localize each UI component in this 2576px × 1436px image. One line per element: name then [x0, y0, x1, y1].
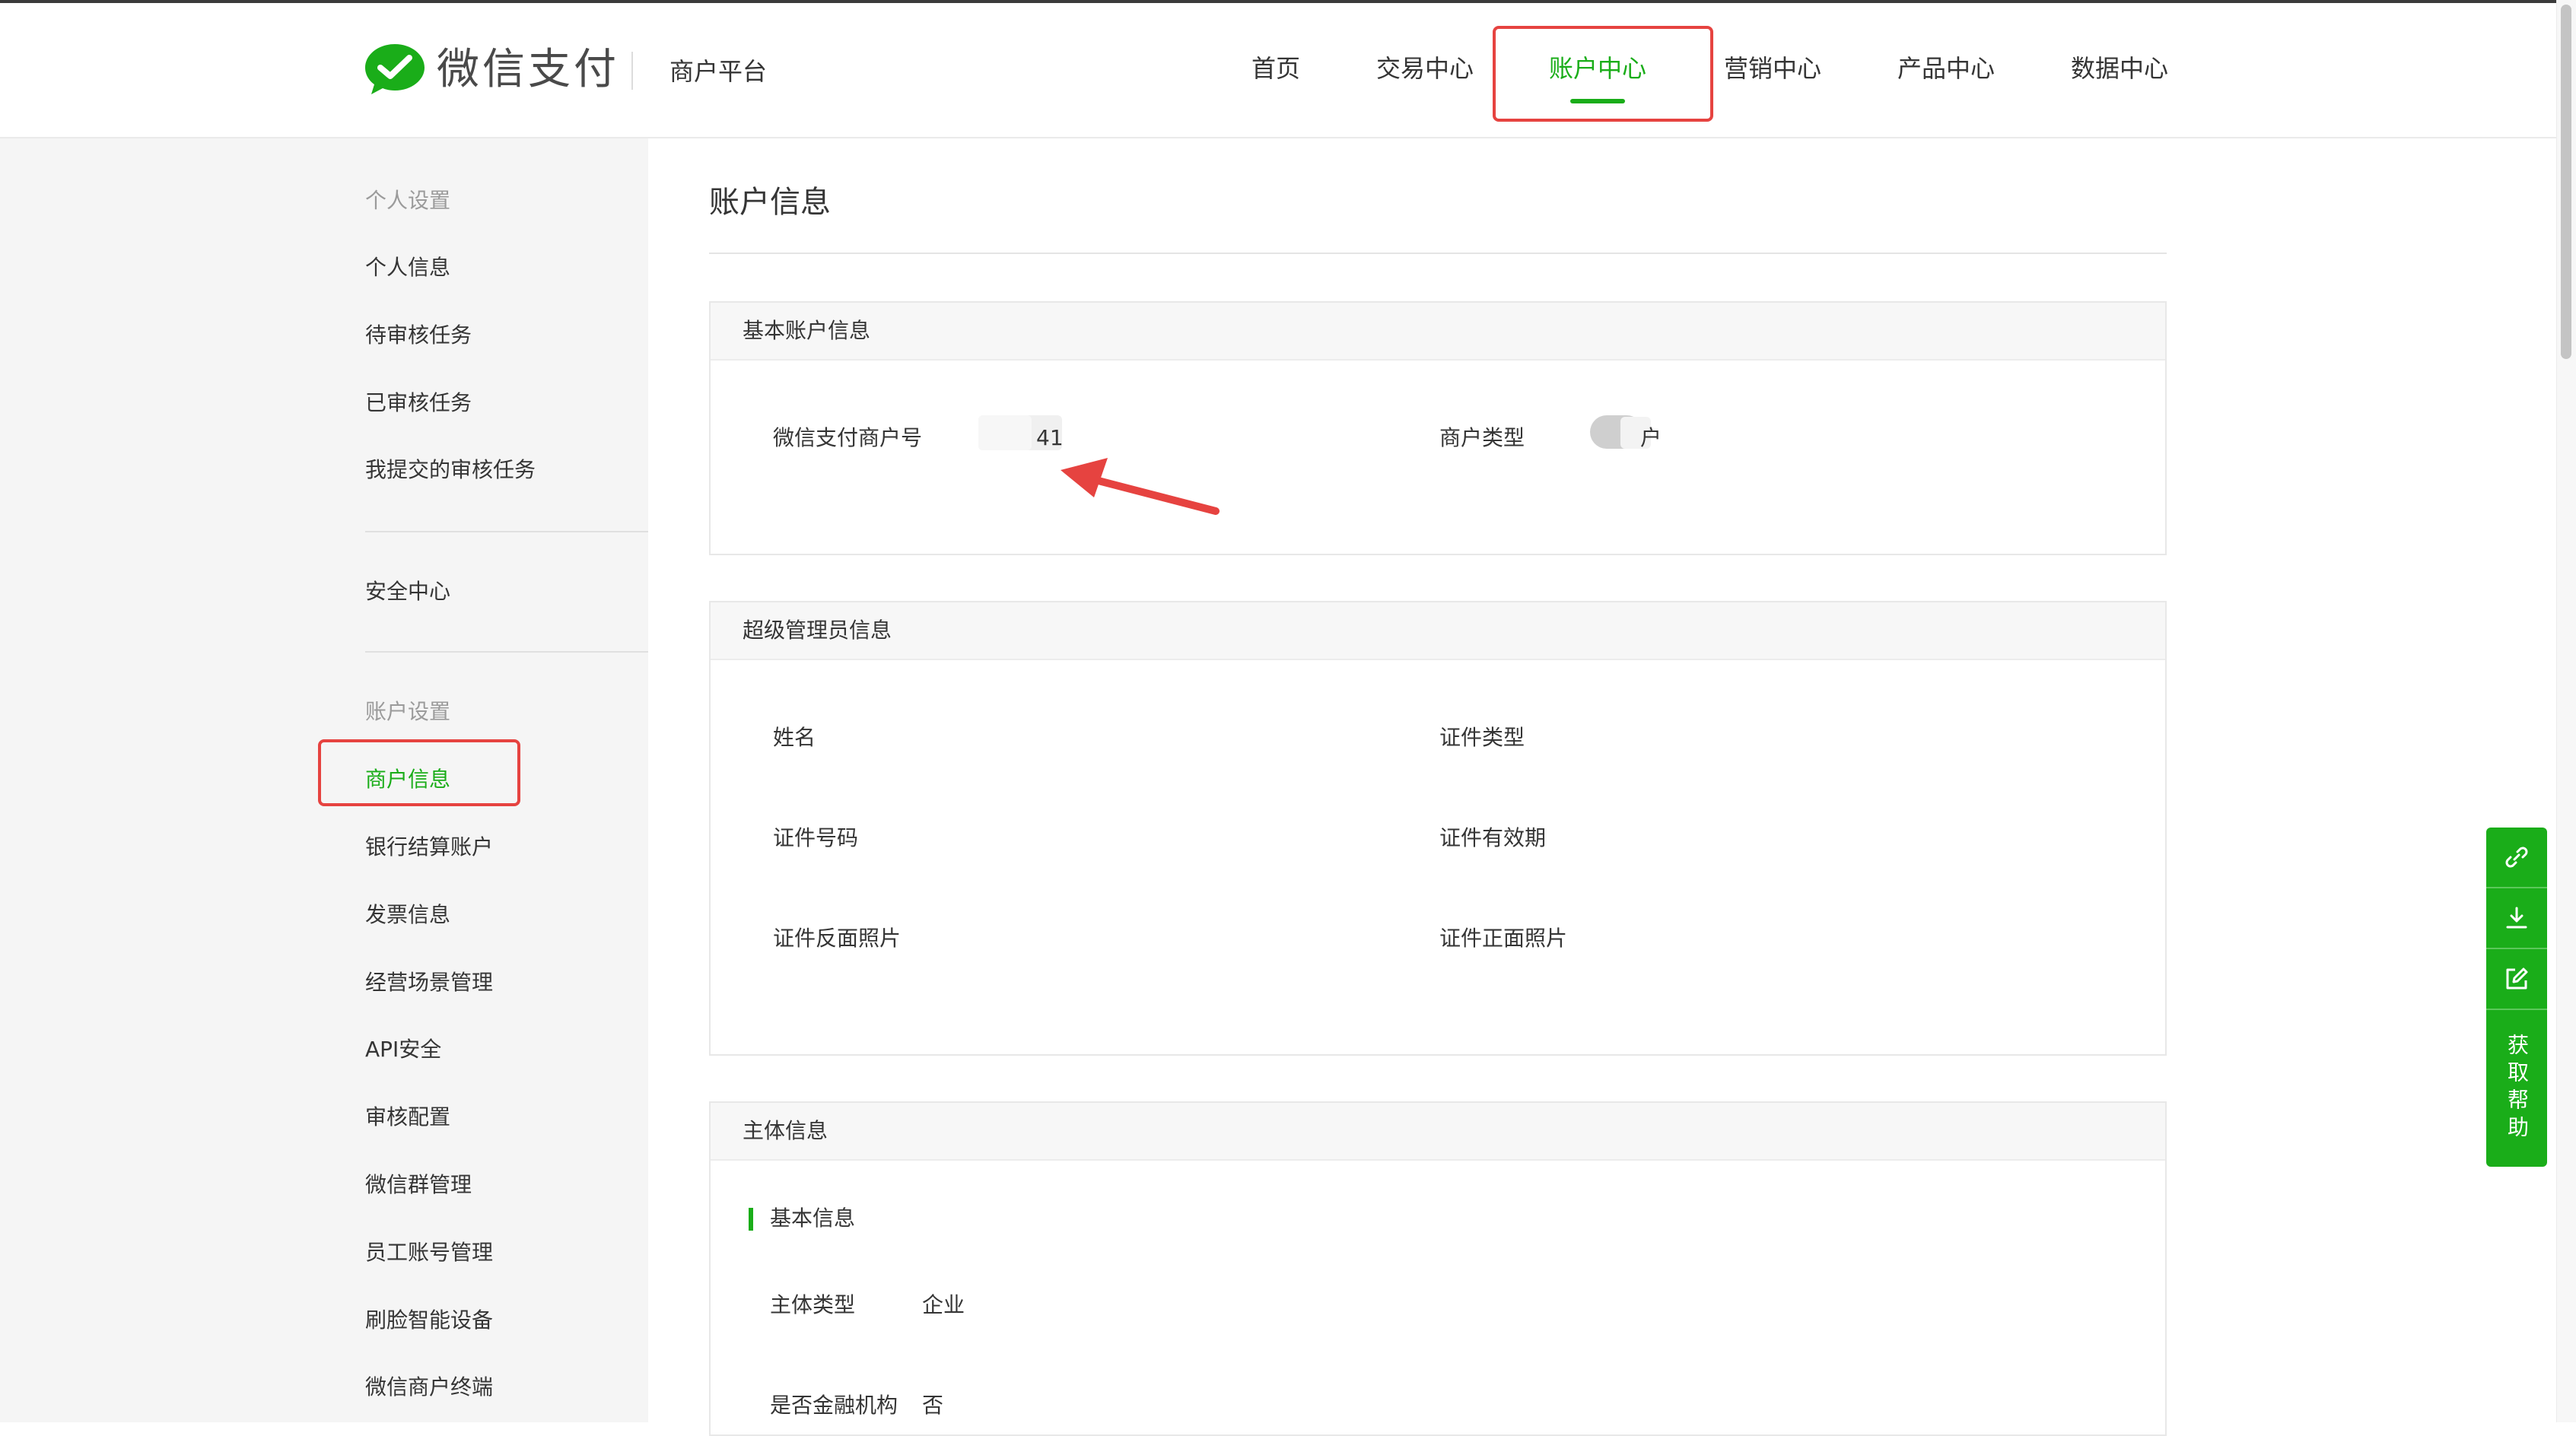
highlight-box-nav [1493, 26, 1713, 122]
sidebar-item-security[interactable]: 安全中心 [365, 577, 450, 607]
redaction-mask [978, 415, 1032, 450]
sidebar-item-reviewed[interactable]: 已审核任务 [365, 388, 472, 418]
download-icon [2506, 907, 2527, 929]
super-admin-panel: 超级管理员信息 姓名 证件类型 证件号码 证件有效期 证件反面照片 证件正面照片 [709, 601, 2167, 1056]
subsection-title: 基本信息 [770, 1206, 856, 1231]
sidebar-item-my-submitted[interactable]: 我提交的审核任务 [365, 455, 536, 485]
page-title: 账户信息 [709, 185, 831, 220]
get-help-button[interactable]: 获取帮助 [2486, 1010, 2547, 1167]
sidebar-item-api-security[interactable]: API安全 [365, 1034, 441, 1065]
nav-product-center[interactable]: 产品中心 [1897, 52, 1995, 85]
merchant-type-label: 商户类型 [1439, 425, 1525, 450]
financial-institution-value: 否 [922, 1393, 944, 1418]
floating-toolbar: 获取帮助 [2486, 828, 2547, 1167]
admin-id-validity-label: 证件有效期 [1439, 825, 1547, 850]
admin-name-label: 姓名 [773, 725, 816, 750]
copy-link-button[interactable] [2486, 828, 2547, 888]
platform-name: 商户平台 [669, 57, 768, 86]
merchant-type-value: 户 [1640, 425, 1662, 450]
logo-text: 微信支付 [437, 45, 619, 94]
panel-title: 主体信息 [711, 1103, 2165, 1161]
download-button[interactable] [2486, 888, 2547, 949]
annotation-arrow-icon [1061, 458, 1220, 515]
get-help-label: 获取帮助 [2504, 1034, 2530, 1143]
edit-icon [2506, 967, 2528, 990]
sidebar-item-wechat-group[interactable]: 微信群管理 [365, 1170, 472, 1200]
merchant-id-label: 微信支付商户号 [773, 425, 923, 450]
sidebar-divider [365, 531, 648, 532]
panel-title: 基本账户信息 [711, 303, 2165, 361]
sidebar-divider [365, 651, 648, 653]
admin-id-back-photo-label: 证件反面照片 [773, 926, 902, 951]
subject-info-panel: 主体信息 基本信息 主体类型 企业 是否金融机构 否 [709, 1101, 2167, 1436]
sidebar-group-personal: 个人设置 [365, 188, 451, 213]
link-icon [2505, 847, 2528, 868]
admin-id-front-photo-label: 证件正面照片 [1439, 926, 1568, 951]
merchant-id-value: 41 [1036, 425, 1064, 450]
wechat-pay-logo-icon [365, 44, 425, 94]
subject-type-value: 企业 [922, 1292, 965, 1317]
sidebar-item-bank-account[interactable]: 银行结算账户 [365, 832, 493, 863]
financial-institution-label: 是否金融机构 [770, 1393, 898, 1418]
logo-divider [631, 52, 633, 90]
admin-id-number-label: 证件号码 [773, 825, 859, 850]
basic-account-panel: 基本账户信息 微信支付商户号 41 商户类型 户 [709, 301, 2167, 555]
sidebar-item-review-config[interactable]: 审核配置 [365, 1102, 450, 1133]
sidebar-item-business-scene[interactable]: 经营场景管理 [365, 967, 493, 998]
sidebar-item-invoice[interactable]: 发票信息 [365, 900, 450, 930]
nav-marketing-center[interactable]: 营销中心 [1724, 52, 1821, 85]
nav-home[interactable]: 首页 [1251, 52, 1300, 85]
subject-type-label: 主体类型 [770, 1292, 856, 1317]
admin-id-type-label: 证件类型 [1439, 725, 1525, 750]
sidebar-item-staff-accounts[interactable]: 员工账号管理 [365, 1237, 493, 1268]
highlight-box-sidebar [318, 739, 520, 806]
sidebar-item-pending-review[interactable]: 待审核任务 [365, 320, 472, 351]
sidebar-group-account: 账户设置 [365, 699, 451, 724]
sidebar-item-merchant-terminal[interactable]: 微信商户终端 [365, 1372, 493, 1403]
panel-title: 超级管理员信息 [711, 602, 2165, 660]
title-divider [709, 253, 2167, 254]
nav-data-center[interactable]: 数据中心 [2071, 52, 2168, 85]
sidebar-item-personal-info[interactable]: 个人信息 [365, 253, 450, 283]
scrollbar-thumb[interactable] [2561, 5, 2571, 359]
feedback-button[interactable] [2486, 949, 2547, 1010]
top-header: 微信支付 商户平台 首页 交易中心 账户中心 营销中心 产品中心 数据中心 [0, 3, 2556, 138]
nav-trade-center[interactable]: 交易中心 [1376, 52, 1474, 85]
sidebar-item-face-device[interactable]: 刷脸智能设备 [365, 1305, 493, 1336]
subsection-marker [749, 1208, 753, 1231]
